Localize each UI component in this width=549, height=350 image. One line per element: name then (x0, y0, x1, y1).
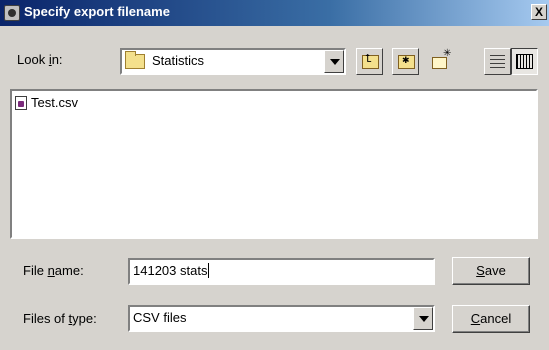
new-folder-icon (432, 48, 451, 69)
title-bar[interactable]: Specify export filename X (0, 0, 549, 26)
file-type-label: Files of type: (23, 311, 97, 326)
chevron-down-icon[interactable] (324, 50, 344, 73)
app-icon (4, 5, 20, 21)
folder-icon (125, 51, 145, 69)
dialog-title: Specify export filename (24, 4, 170, 19)
cancel-button[interactable]: Cancel (452, 305, 530, 333)
file-name-label: File name: (23, 263, 84, 278)
list-view-button[interactable] (484, 48, 511, 75)
details-view-button[interactable] (511, 48, 538, 75)
new-folder-button[interactable] (428, 48, 455, 75)
look-in-value: Statistics (152, 53, 205, 68)
text-caret (208, 263, 210, 278)
csv-file-icon (15, 96, 27, 110)
chevron-down-icon[interactable] (413, 307, 433, 330)
details-view-icon (516, 54, 533, 69)
file-list[interactable]: Test.csv (10, 89, 538, 239)
close-button[interactable]: X (531, 4, 547, 20)
file-name: Test.csv (31, 95, 78, 110)
save-button[interactable]: Save (452, 257, 530, 285)
look-in-label: Look in: (17, 52, 63, 67)
home-folder-icon (398, 55, 415, 69)
home-button[interactable] (392, 48, 419, 75)
file-type-dropdown[interactable]: CSV files (128, 305, 435, 332)
list-view-icon (490, 55, 505, 68)
file-name-value: 141203 stats (133, 263, 208, 278)
up-one-level-button[interactable] (356, 48, 383, 75)
file-name-input[interactable]: 141203 stats (128, 258, 435, 285)
file-type-value: CSV files (133, 310, 187, 325)
up-folder-icon (362, 53, 379, 69)
export-filename-dialog: Specify export filename X Look in: Stati… (0, 0, 549, 350)
look-in-dropdown[interactable]: Statistics (120, 48, 346, 75)
